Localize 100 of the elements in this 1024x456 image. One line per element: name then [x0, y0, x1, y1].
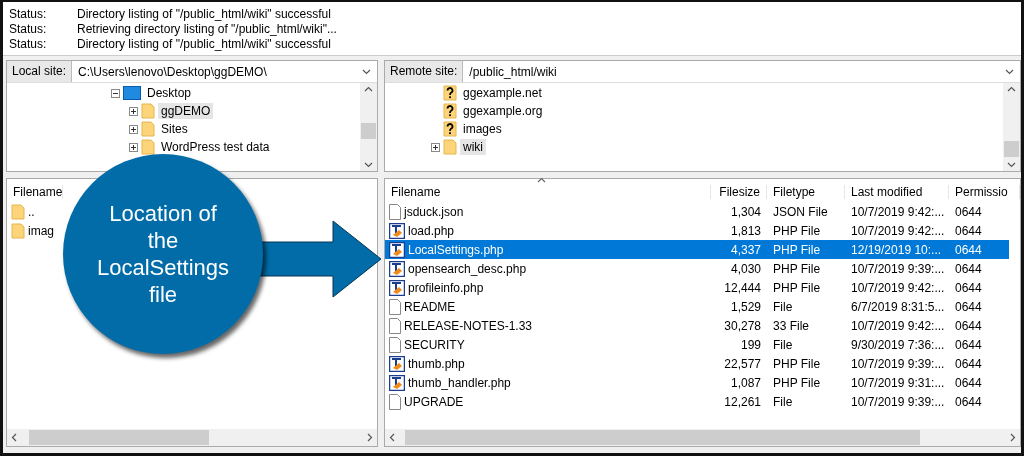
collapse-toggle[interactable] — [111, 88, 120, 98]
scrollbar[interactable] — [7, 429, 377, 446]
file-name[interactable]: .. — [28, 204, 35, 219]
question-mark-icon — [443, 103, 457, 119]
modified-date: 9/30/2019 7:36:... — [850, 337, 946, 352]
file-type: PHP File — [772, 223, 822, 238]
scroll-right-icon[interactable] — [1010, 433, 1016, 442]
file-type: 33 File — [772, 318, 811, 333]
expand-toggle[interactable] — [129, 106, 138, 116]
scroll-thumb[interactable] — [29, 430, 209, 445]
file-name: thumb_handler.php — [408, 375, 511, 390]
path-field[interactable]: C:\Users\lenovo\Desktop\ggDEMO\ — [72, 61, 377, 82]
file-size: 4,337 — [729, 242, 762, 257]
scroll-thumb[interactable] — [1004, 141, 1019, 157]
file-row[interactable]: RELEASE-NOTES-1.33 30,278 33 File 10/7/2019 9:42:... 0644 — [385, 316, 1009, 335]
tree-item[interactable]: wiki — [460, 139, 486, 155]
file-name: README — [404, 299, 456, 314]
file-name[interactable]: imag — [28, 223, 54, 238]
document-icon — [389, 317, 401, 334]
permissions: 0644 — [954, 280, 983, 295]
tree-item[interactable]: Sites — [158, 121, 191, 137]
tree-item[interactable]: Desktop — [144, 85, 195, 101]
file-type: PHP File — [772, 375, 822, 390]
file-name: RELEASE-NOTES-1.33 — [404, 318, 533, 333]
file-row[interactable]: load.php 1,813 PHP File 10/7/2019 9:42:... 0644 — [385, 221, 1009, 240]
file-name: UPGRADE — [404, 394, 464, 409]
document-icon — [389, 393, 401, 410]
expand-toggle[interactable] — [129, 142, 138, 152]
file-size: 1,087 — [729, 375, 762, 390]
expand-toggle[interactable] — [431, 142, 440, 152]
modified-date: 10/7/2019 9:42:... — [850, 318, 946, 333]
file-type: File — [772, 394, 794, 409]
modified-date: 6/7/2019 8:31:5... — [850, 299, 946, 314]
column-header[interactable]: Last modified — [845, 185, 949, 199]
permissions: 0644 — [954, 337, 983, 352]
scroll-up-icon[interactable] — [364, 86, 373, 92]
scrollbar[interactable] — [360, 83, 377, 171]
scroll-up-icon[interactable] — [1007, 86, 1016, 92]
dropdown-icon[interactable] — [1005, 68, 1014, 75]
file-name: jsduck.json — [404, 204, 464, 219]
log-message: Directory listing of "/public_html/wiki" successful — [77, 37, 331, 51]
tree-item[interactable]: ggexample.net — [460, 85, 545, 101]
site-label: Remote site: — [385, 61, 464, 82]
file-name: opensearch_desc.php — [408, 261, 527, 276]
file-row[interactable]: UPGRADE 12,261 File 10/7/2019 9:39:... 0644 — [385, 392, 1009, 411]
php-file-icon — [389, 222, 405, 239]
column-header[interactable]: Permissio — [949, 185, 1020, 199]
file-row[interactable]: thumb_handler.php 1,087 PHP File 10/7/2019 9:31:... 0644 — [385, 373, 1009, 392]
modified-date: 10/7/2019 9:31:... — [850, 375, 946, 390]
modified-date: 10/7/2019 9:39:... — [850, 356, 946, 371]
tree-item[interactable]: ggDEMO — [158, 103, 214, 119]
modified-date: 10/7/2019 9:39:... — [850, 394, 946, 409]
column-header[interactable]: Filename — [7, 185, 64, 199]
permissions: 0644 — [954, 223, 983, 238]
dropdown-icon[interactable] — [362, 68, 371, 75]
file-type: PHP File — [772, 242, 822, 257]
permissions: 0644 — [954, 356, 983, 371]
file-row[interactable]: thumb.php 22,577 PHP File 10/7/2019 9:39:... 0644 — [385, 354, 1009, 373]
php-file-icon — [389, 241, 405, 258]
scrollbar[interactable] — [385, 429, 1020, 446]
path-field[interactable]: /public_html/wiki — [463, 61, 1020, 82]
column-header[interactable]: Filetype — [767, 185, 845, 199]
file-row[interactable]: profileinfo.php 12,444 PHP File 10/7/2019 9:42:... 0644 — [385, 278, 1009, 297]
scroll-right-icon[interactable] — [367, 433, 373, 442]
php-file-icon — [389, 260, 405, 277]
scroll-down-icon[interactable] — [1007, 162, 1016, 168]
file-size: 1,529 — [729, 299, 762, 314]
file-type: JSON File — [772, 204, 829, 219]
document-icon — [389, 298, 401, 315]
scroll-thumb[interactable] — [361, 123, 376, 139]
file-row[interactable]: SECURITY 199 File 9/30/2019 7:36:... 0644 — [385, 335, 1009, 354]
file-name: profileinfo.php — [408, 280, 484, 295]
scrollbar[interactable] — [1003, 83, 1020, 171]
tree-item[interactable]: ggexample.org — [460, 103, 546, 119]
modified-date: 10/7/2019 9:42:... — [850, 223, 946, 238]
file-row[interactable]: README 1,529 File 6/7/2019 8:31:5... 0644 — [385, 297, 1009, 316]
log-message: Retrieving directory listing of "/public_html/wiki"... — [77, 22, 337, 36]
tree-item[interactable]: WordPress test data — [158, 139, 273, 155]
column-header[interactable]: Filesize — [711, 185, 767, 199]
file-row[interactable]: opensearch_desc.php 4,030 PHP File 10/7/2019 9:39:... 0644 — [385, 259, 1009, 278]
scroll-down-icon[interactable] — [364, 162, 373, 168]
modified-date: 12/19/2019 10:... — [850, 242, 943, 257]
scroll-left-icon[interactable] — [11, 433, 17, 442]
folder-icon — [11, 222, 25, 239]
site-label: Local site: — [7, 61, 73, 82]
scroll-thumb[interactable] — [405, 430, 920, 445]
permissions: 0644 — [954, 242, 983, 257]
php-file-icon — [389, 355, 405, 372]
column-header[interactable]: Filename — [385, 185, 711, 199]
scroll-left-icon[interactable] — [389, 433, 395, 442]
permissions: 0644 — [954, 261, 983, 276]
question-mark-icon — [443, 85, 457, 101]
file-size: 1,304 — [729, 204, 762, 219]
file-row[interactable]: jsduck.json 1,304 JSON File 10/7/2019 9:42:... 0644 — [385, 202, 1009, 221]
file-size: 1,813 — [729, 223, 762, 238]
tree-item[interactable]: images — [460, 121, 505, 137]
file-size: 22,577 — [723, 356, 762, 371]
file-size: 12,444 — [723, 280, 762, 295]
expand-toggle[interactable] — [129, 124, 138, 134]
file-row[interactable]: LocalSettings.php 4,337 PHP File 12/19/2019 10:... 0644 — [385, 240, 1009, 259]
